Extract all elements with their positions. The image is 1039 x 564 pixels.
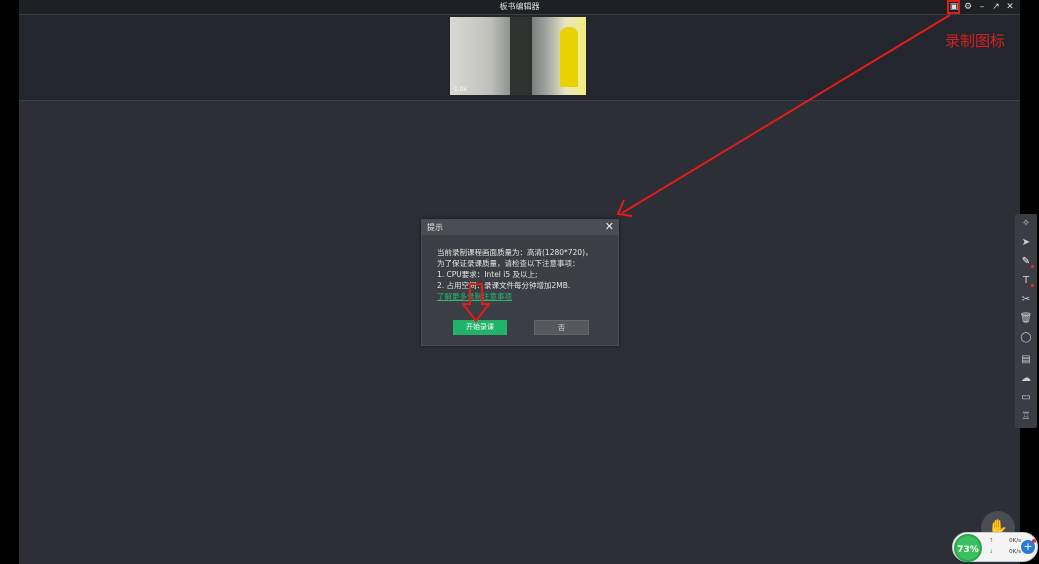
close-icon[interactable]: ✕ — [605, 220, 614, 234]
dialog-line: 1. CPU要求：Intel i5 及以上; — [437, 270, 538, 279]
download-arrow-icon: ↓ — [989, 549, 994, 555]
trash-icon[interactable]: 🗑 — [1017, 311, 1035, 327]
title-bar: 板书编辑器 ▣ ⚙ – ↗ ✕ — [19, 0, 1020, 15]
window-title: 板书编辑器 — [499, 2, 540, 11]
cpu-percent: 73% — [954, 534, 982, 562]
download-row: ↓ 0K/s — [989, 549, 1021, 555]
notice-dialog: 提示 ✕ 当前录制课程画面质量为：高清(1280*720)， 为了保证录课质量，… — [421, 219, 619, 346]
cloud-icon[interactable]: ☁ — [1017, 371, 1035, 387]
dialog-title: 提示 — [427, 223, 443, 232]
no-button[interactable]: 否 — [534, 320, 589, 335]
start-recording-button[interactable]: 开始录课 — [453, 320, 507, 335]
camera-preview[interactable]: 1.0x — [450, 17, 586, 95]
video-strip: 1.0x — [19, 15, 1020, 101]
minimize-icon[interactable]: – — [976, 1, 988, 13]
right-toolbar: ✧ ➤ ✎ T ✂ 🗑 ◯ ▤ ☁ ▭ ♖ — [1015, 214, 1037, 428]
eraser-icon[interactable]: ◯ — [1017, 330, 1035, 346]
dialog-line: 为了保证录课质量，请检查以下注意事项： — [437, 259, 580, 268]
preview-object — [510, 17, 532, 95]
close-icon[interactable]: ✕ — [1004, 1, 1016, 13]
toolbox-icon[interactable]: ▭ — [1017, 390, 1035, 406]
gamepad-icon[interactable]: ♖ — [1017, 409, 1035, 425]
upload-speed: 0K/s — [1009, 538, 1021, 544]
color-dot — [1031, 265, 1034, 268]
scissors-icon[interactable]: ✂ — [1017, 292, 1035, 308]
dialog-body: 当前录制课程画面质量为：高清(1280*720)， 为了保证录课质量，请检查以下… — [437, 247, 617, 302]
dialog-line: 当前录制课程画面质量为：高清(1280*720)， — [437, 248, 593, 257]
gear-icon[interactable]: ⚙ — [962, 1, 974, 13]
plus-icon[interactable]: + — [1021, 539, 1036, 554]
record-icon-highlight — [947, 0, 960, 14]
sparkle-select-icon[interactable]: ✧ — [1017, 216, 1035, 232]
dialog-header: 提示 ✕ — [422, 220, 618, 235]
annotation-label: 录制图标 — [945, 32, 1006, 50]
notification-dot — [1032, 539, 1036, 543]
pen-icon[interactable]: ✎ — [1017, 254, 1035, 270]
text-icon[interactable]: T — [1017, 273, 1035, 289]
color-dot — [1031, 284, 1034, 287]
camera-label: 1.0x — [454, 86, 468, 93]
pointer-icon[interactable]: ➤ — [1017, 235, 1035, 251]
notes-link[interactable]: 了解更多录制注意事项 — [437, 292, 512, 301]
network-monitor[interactable]: 73% ↑ 0K/s ↓ 0K/s + — [952, 532, 1038, 562]
download-speed: 0K/s — [1009, 549, 1021, 555]
preview-object — [560, 27, 578, 87]
restore-icon[interactable]: ↗ — [990, 1, 1002, 13]
comment-icon[interactable]: ▤ — [1017, 352, 1035, 368]
upload-row: ↑ 0K/s — [989, 538, 1021, 544]
upload-arrow-icon: ↑ — [989, 538, 994, 544]
left-black-margin — [0, 0, 19, 564]
dialog-line: 2. 占用空间：录课文件每分钟增加2MB. — [437, 281, 571, 290]
